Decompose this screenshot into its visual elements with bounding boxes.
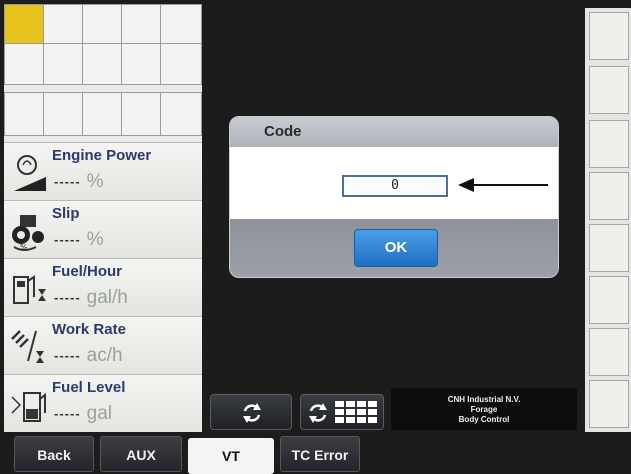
grid-cell[interactable] bbox=[121, 43, 161, 85]
metric-value: -----% bbox=[54, 229, 104, 251]
metric-value: ----- gal bbox=[54, 403, 112, 425]
metric-value: ----- ac/h bbox=[54, 345, 123, 367]
metric-label: Slip bbox=[52, 205, 80, 222]
layout-grid-mid bbox=[4, 92, 202, 136]
engine-icon bbox=[14, 155, 46, 191]
grid-cell[interactable] bbox=[43, 92, 83, 136]
code-input[interactable]: 0 bbox=[342, 175, 448, 197]
info-module: Body Control bbox=[458, 415, 510, 424]
fuel-pump-hourglass-icon bbox=[13, 275, 46, 304]
grid-cell[interactable] bbox=[82, 43, 122, 85]
metric-label: Fuel Level bbox=[52, 379, 126, 396]
arrow-left-icon bbox=[458, 178, 548, 192]
metric-reading: ----- bbox=[54, 406, 81, 422]
metric-value: -----% bbox=[54, 171, 104, 193]
softkey-1[interactable] bbox=[589, 12, 629, 60]
softkey-5[interactable] bbox=[589, 224, 629, 272]
grid-cell[interactable] bbox=[43, 43, 83, 85]
grid-cell[interactable] bbox=[82, 92, 122, 136]
dialog-footer: OK bbox=[230, 219, 558, 277]
left-status-panel: Engine Power -----% % Slip -----% Fuel/H… bbox=[4, 4, 202, 432]
grid-cell[interactable] bbox=[43, 4, 83, 44]
metric-unit: % bbox=[86, 171, 104, 192]
field-hourglass-icon bbox=[11, 330, 44, 363]
metric-engine-power[interactable]: Engine Power -----% bbox=[4, 142, 202, 200]
info-product: Forage bbox=[470, 405, 498, 414]
refresh-grid-button[interactable] bbox=[300, 394, 384, 430]
code-dialog: Code 0 OK bbox=[229, 116, 559, 278]
metric-reading: ----- bbox=[54, 174, 81, 190]
metric-fuel-hour[interactable]: Fuel/Hour ----- gal/h bbox=[4, 258, 202, 316]
metric-reading: ----- bbox=[54, 290, 81, 306]
tractor-slip-icon: % bbox=[12, 215, 44, 251]
softkey-6[interactable] bbox=[589, 276, 629, 324]
grid-cell[interactable] bbox=[160, 4, 202, 44]
back-button[interactable]: Back bbox=[14, 436, 94, 472]
dialog-body: 0 bbox=[230, 147, 558, 219]
info-company: CNH Industrial N.V. bbox=[447, 395, 521, 404]
aux-tab[interactable]: AUX bbox=[100, 436, 182, 472]
metric-value: ----- gal/h bbox=[54, 287, 128, 309]
vt-tab[interactable]: VT bbox=[188, 438, 274, 474]
metric-slip[interactable]: % Slip -----% bbox=[4, 200, 202, 258]
dialog-title-bar: Code bbox=[230, 117, 558, 147]
metric-fuel-level[interactable]: Fuel Level ----- gal bbox=[4, 374, 202, 432]
softkey-4[interactable] bbox=[589, 172, 629, 220]
refresh-icon bbox=[243, 403, 261, 423]
metric-unit: ac/h bbox=[86, 345, 123, 366]
softkey-8[interactable] bbox=[589, 380, 629, 428]
grid-cell[interactable] bbox=[121, 4, 161, 44]
refresh-button[interactable] bbox=[210, 394, 292, 430]
grid-cell[interactable] bbox=[82, 4, 122, 44]
metric-work-rate[interactable]: Work Rate ----- ac/h bbox=[4, 316, 202, 374]
ok-button[interactable]: OK bbox=[354, 229, 438, 267]
softkey-2[interactable] bbox=[589, 66, 629, 114]
grid-cell-selected[interactable] bbox=[4, 4, 44, 44]
metric-unit: gal bbox=[86, 403, 113, 424]
softkey-7[interactable] bbox=[589, 328, 629, 376]
softkey-3[interactable] bbox=[589, 120, 629, 168]
right-softkey-panel bbox=[585, 8, 631, 432]
metric-label: Fuel/Hour bbox=[52, 263, 122, 280]
grid-cell[interactable] bbox=[121, 92, 161, 136]
tc-error-tab[interactable]: TC Error bbox=[280, 436, 360, 472]
metric-label: Work Rate bbox=[52, 321, 126, 338]
metric-label: Engine Power bbox=[52, 147, 152, 164]
metric-unit: gal/h bbox=[86, 287, 128, 308]
grid-cell[interactable] bbox=[4, 43, 44, 85]
refresh-grid-icon bbox=[309, 401, 377, 423]
terminal-screen: Engine Power -----% % Slip -----% Fuel/H… bbox=[0, 0, 631, 474]
grid-cell[interactable] bbox=[160, 92, 202, 136]
grid-cell[interactable] bbox=[4, 92, 44, 136]
dialog-title: Code bbox=[264, 123, 302, 140]
implement-info: CNH Industrial N.V. Forage Body Control bbox=[391, 388, 577, 430]
grid-cell[interactable] bbox=[160, 43, 202, 85]
svg-text:%: % bbox=[20, 243, 28, 251]
metric-reading: ----- bbox=[54, 348, 81, 364]
metric-reading: ----- bbox=[54, 232, 81, 248]
metric-unit: % bbox=[86, 229, 104, 250]
layout-grid-top bbox=[4, 4, 202, 86]
fuel-tank-icon bbox=[11, 392, 46, 422]
